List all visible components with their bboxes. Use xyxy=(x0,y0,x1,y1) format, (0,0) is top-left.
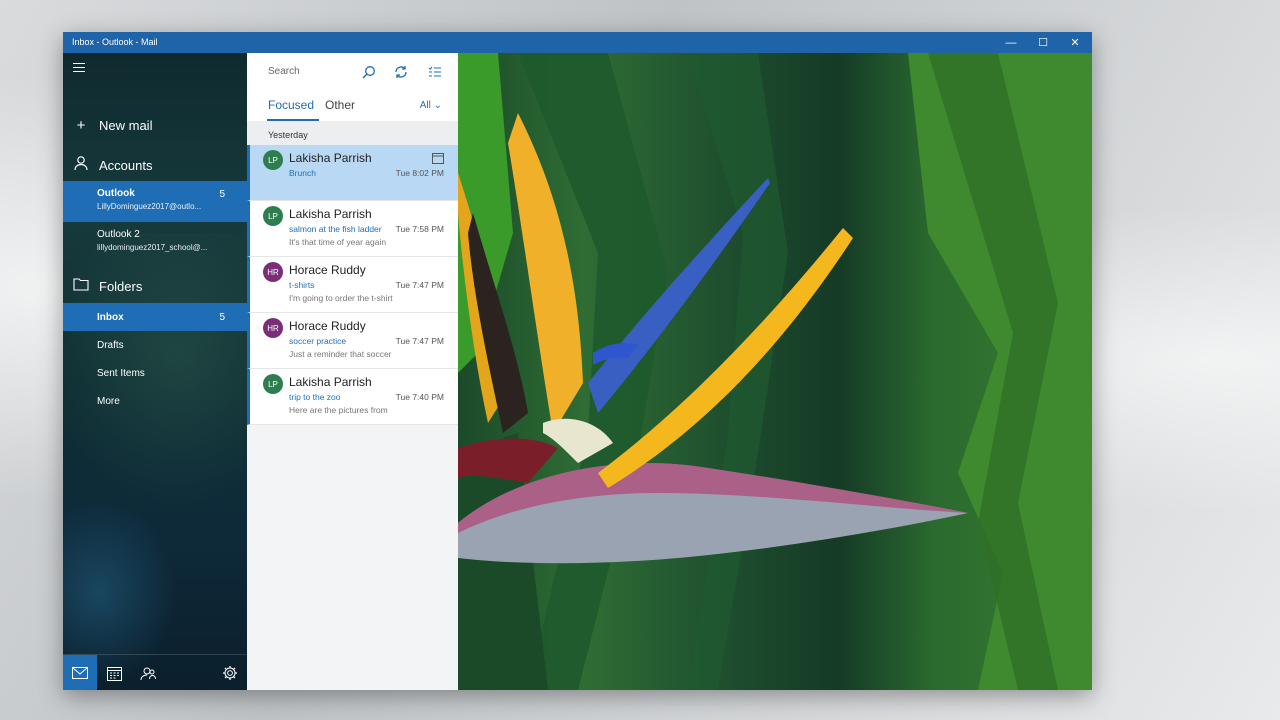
folders-header[interactable]: Folders xyxy=(63,271,247,301)
calendar-invite-icon xyxy=(432,151,444,169)
message-item[interactable]: HR Horace Ruddy soccer practice Just a r… xyxy=(247,313,458,369)
folder-drafts[interactable]: Drafts xyxy=(63,331,247,359)
new-mail-label: New mail xyxy=(99,117,153,133)
message-sender: Lakisha Parrish xyxy=(289,207,372,221)
account-email: lillydominguez2017_school@... xyxy=(97,243,208,252)
message-preview: I'm going to order the t-shirts xyxy=(289,293,393,303)
message-sender: Horace Ruddy xyxy=(289,263,366,277)
mail-window: Inbox - Outlook - Mail — ☐ ✕ + New mail … xyxy=(63,32,1092,690)
calendar-icon[interactable] xyxy=(97,655,131,690)
message-time: Tue 7:47 PM xyxy=(395,336,444,346)
message-subject: t-shirts xyxy=(289,280,315,290)
folder-sent-items[interactable]: Sent Items xyxy=(63,359,247,387)
person-icon xyxy=(63,155,99,175)
new-mail-button[interactable]: + New mail xyxy=(63,110,247,140)
account-email: LillyDominguez2017@outlo... xyxy=(97,202,202,211)
mail-icon[interactable] xyxy=(63,655,97,690)
avatar: LP xyxy=(263,206,283,226)
unread-count: 5 xyxy=(219,189,225,200)
message-subject: Brunch xyxy=(289,168,316,178)
minimize-button[interactable]: — xyxy=(995,32,1027,53)
folder-name: Inbox xyxy=(97,311,124,323)
folders-label: Folders xyxy=(99,278,143,294)
message-subject: trip to the zoo xyxy=(289,392,341,402)
folder-name: Drafts xyxy=(97,339,124,351)
date-group-header: Yesterday xyxy=(247,121,458,145)
inbox-tabs: Focused Other All ⌄ xyxy=(247,91,458,121)
folder-name: Sent Items xyxy=(97,367,145,379)
window-title: Inbox - Outlook - Mail xyxy=(72,37,158,47)
hamburger-icon[interactable] xyxy=(73,63,87,77)
tab-focused[interactable]: Focused xyxy=(268,98,314,112)
sync-icon[interactable] xyxy=(390,61,412,83)
account-outlook[interactable]: Outlook LillyDominguez2017@outlo... 5 xyxy=(63,181,247,222)
message-time: Tue 7:47 PM xyxy=(395,280,444,290)
folder-icon xyxy=(63,277,99,295)
message-subject: salmon at the fish ladder xyxy=(289,224,382,234)
message-sender: Horace Ruddy xyxy=(289,319,366,333)
message-item[interactable]: LP Lakisha Parrish Brunch Tue 8:02 PM xyxy=(247,145,458,201)
people-icon[interactable] xyxy=(131,655,165,690)
title-bar[interactable]: Inbox - Outlook - Mail — ☐ ✕ xyxy=(63,32,1092,53)
avatar: HR xyxy=(263,318,283,338)
account-outlook-2[interactable]: Outlook 2 lillydominguez2017_school@... xyxy=(63,222,247,263)
message-item[interactable]: LP Lakisha Parrish trip to the zoo Here … xyxy=(247,369,458,425)
reading-pane-background xyxy=(458,53,1092,690)
folder-name: More xyxy=(97,395,120,407)
close-button[interactable]: ✕ xyxy=(1059,32,1091,53)
search-bar: Search xyxy=(247,53,458,91)
search-input[interactable]: Search xyxy=(268,66,300,77)
avatar: LP xyxy=(263,150,283,170)
bird-of-paradise-image xyxy=(458,53,1092,690)
message-time: Tue 7:40 PM xyxy=(395,392,444,402)
gear-icon[interactable] xyxy=(213,655,247,690)
plus-icon: + xyxy=(76,116,86,134)
search-icon[interactable] xyxy=(358,61,380,83)
filter-label: All xyxy=(419,100,431,111)
chevron-down-icon: ⌄ xyxy=(433,100,442,111)
account-name: Outlook 2 xyxy=(97,229,140,240)
filter-dropdown[interactable]: All ⌄ xyxy=(420,100,442,111)
selection-mode-icon[interactable] xyxy=(424,61,446,83)
tab-other[interactable]: Other xyxy=(325,98,355,112)
avatar: HR xyxy=(263,262,283,282)
app-switcher-bar xyxy=(63,654,247,690)
message-time: Tue 7:58 PM xyxy=(395,224,444,234)
message-preview: It's that time of year again xyxy=(289,237,387,247)
message-subject: soccer practice xyxy=(289,336,347,346)
message-preview: Here are the pictures from xyxy=(289,405,388,415)
message-preview: Just a reminder that soccer xyxy=(289,349,392,359)
message-sender: Lakisha Parrish xyxy=(289,375,372,389)
avatar: LP xyxy=(263,374,283,394)
folder-more[interactable]: More xyxy=(63,387,247,415)
accounts-label: Accounts xyxy=(99,157,153,173)
unread-count: 5 xyxy=(219,312,225,323)
maximize-button[interactable]: ☐ xyxy=(1027,32,1059,53)
message-list-pane: Search Focused Other All ⌄ Yesterday LP … xyxy=(247,53,458,690)
folder-inbox[interactable]: Inbox 5 xyxy=(63,303,247,331)
navigation-pane: + New mail Accounts Outlook LillyDomingu… xyxy=(63,53,247,690)
message-time: Tue 8:02 PM xyxy=(395,168,444,178)
message-sender: Lakisha Parrish xyxy=(289,151,372,165)
message-item[interactable]: LP Lakisha Parrish salmon at the fish la… xyxy=(247,201,458,257)
accounts-header[interactable]: Accounts xyxy=(63,150,247,180)
message-item[interactable]: HR Horace Ruddy t-shirts I'm going to or… xyxy=(247,257,458,313)
